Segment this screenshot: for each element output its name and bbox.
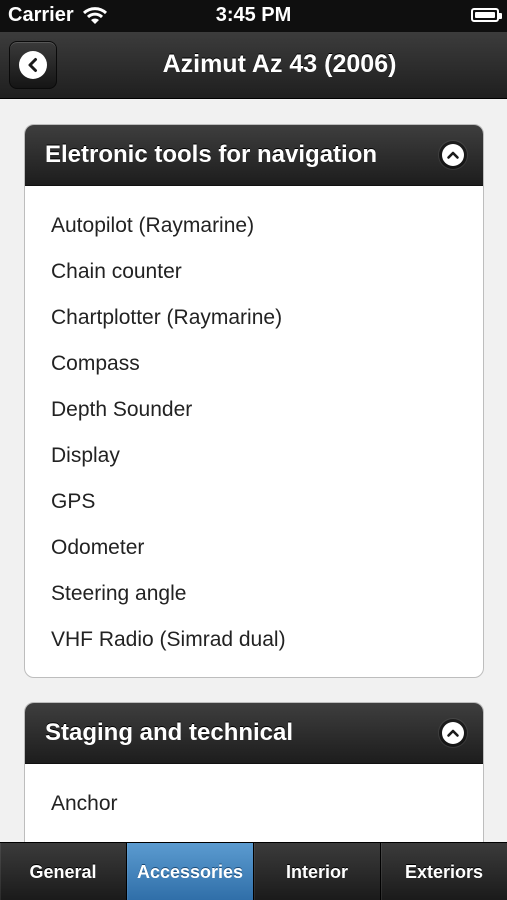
list-item: Autopilot (Raymarine) — [51, 214, 255, 237]
list-item: VHF Radio (Simrad dual) — [51, 628, 286, 651]
section-staging-technical: Staging and technical Anchor — [24, 702, 484, 842]
list-item: Compass — [51, 352, 140, 375]
list-item: Depth Sounder — [51, 398, 193, 421]
collapse-button[interactable] — [439, 141, 467, 169]
list-item: Display — [51, 444, 120, 467]
item-list: Anchor — [25, 764, 483, 830]
list-item: Steering angle — [51, 582, 187, 605]
section-header[interactable]: Staging and technical — [25, 703, 483, 764]
back-button[interactable] — [9, 41, 57, 89]
collapse-button[interactable] — [439, 719, 467, 747]
app-screen: Carrier 3:45 PM Azimut Az 43 (2006) Elet… — [0, 0, 507, 900]
chevron-up-icon — [442, 144, 464, 166]
content-area[interactable]: Eletronic tools for navigation Autopilot… — [0, 98, 507, 842]
nav-header: Azimut Az 43 (2006) — [0, 32, 507, 99]
tab-bar: General Accessories Interior Exteriors — [0, 842, 507, 900]
chevron-up-icon — [442, 722, 464, 744]
list-item: Odometer — [51, 536, 145, 559]
list-item: GPS — [51, 490, 96, 513]
status-bar: Carrier 3:45 PM — [0, 0, 507, 32]
tab-general[interactable]: General — [0, 843, 127, 900]
tab-exteriors[interactable]: Exteriors — [381, 843, 507, 900]
list-item: Anchor — [51, 792, 118, 815]
list-item: Chain counter — [51, 260, 182, 283]
page-title: Azimut Az 43 (2006) — [162, 50, 397, 78]
section-title: Staging and technical — [45, 719, 294, 746]
chevron-left-icon — [19, 51, 47, 79]
section-electronic-tools: Eletronic tools for navigation Autopilot… — [24, 124, 484, 678]
status-time: 3:45 PM — [215, 4, 292, 26]
battery-icon — [471, 8, 502, 22]
section-title: Eletronic tools for navigation — [45, 141, 378, 168]
item-list: Autopilot (Raymarine) Chain counter Char… — [25, 186, 483, 666]
section-header[interactable]: Eletronic tools for navigation — [25, 125, 483, 186]
tab-interior[interactable]: Interior — [254, 843, 381, 900]
tab-accessories[interactable]: Accessories — [127, 843, 254, 900]
list-item: Chartplotter (Raymarine) — [51, 306, 283, 329]
